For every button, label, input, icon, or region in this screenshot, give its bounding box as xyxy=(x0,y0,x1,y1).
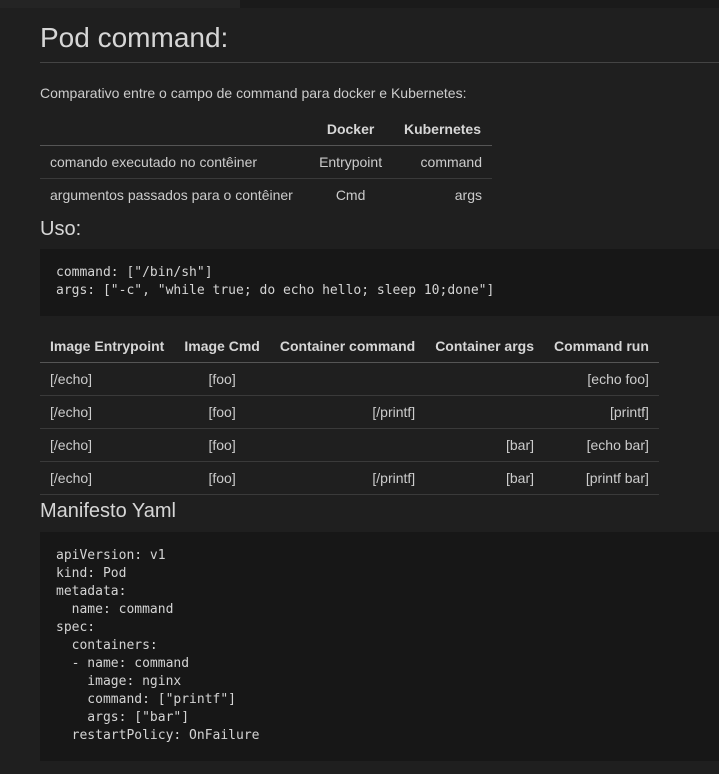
table-cell: comando executado no contêiner xyxy=(40,145,309,179)
table-cell: [echo foo] xyxy=(544,362,659,396)
table-row: [/echo] [foo] [/printf] [bar] [printf ba… xyxy=(40,461,659,495)
top-bar xyxy=(0,0,719,8)
manifesto-heading: Manifesto Yaml xyxy=(40,500,176,522)
top-bar-tab xyxy=(0,0,240,8)
uso-code-block[interactable]: command: ["/bin/sh"] args: ["-c", "while… xyxy=(40,249,719,316)
table-cell: [foo] xyxy=(174,428,270,462)
table-cell: [/echo] xyxy=(40,395,175,429)
column-header-image-cmd: Image Cmd xyxy=(174,330,270,363)
column-header-kubernetes: Kubernetes xyxy=(392,113,492,146)
table-header-row: Docker Kubernetes xyxy=(40,113,492,146)
table-cell: [/echo] xyxy=(40,461,175,495)
command-behavior-table: Image Entrypoint Image Cmd Container com… xyxy=(40,330,659,495)
column-header-container-args: Container args xyxy=(425,330,544,363)
table-cell xyxy=(269,428,426,462)
table-cell: [foo] xyxy=(174,461,270,495)
table-cell: [printf bar] xyxy=(544,461,659,495)
table-cell xyxy=(425,395,544,429)
column-header-image-entrypoint: Image Entrypoint xyxy=(40,330,175,363)
table-cell: [foo] xyxy=(174,362,270,396)
table-cell xyxy=(425,362,544,396)
table-row: argumentos passados para o contêiner Cmd… xyxy=(40,179,492,212)
column-header xyxy=(40,113,309,146)
table-cell: [/echo] xyxy=(40,362,175,396)
column-header-command-run: Command run xyxy=(544,330,659,363)
table-cell: [/printf] xyxy=(269,461,426,495)
column-header-docker: Docker xyxy=(308,113,393,146)
table-cell: [echo bar] xyxy=(544,428,659,462)
column-header-container-command: Container command xyxy=(269,330,426,363)
table-cell: argumentos passados para o contêiner xyxy=(50,187,293,203)
table-cell: [foo] xyxy=(174,395,270,429)
table-row: comando executado no contêiner Entrypoin… xyxy=(40,145,492,179)
table-cell: Entrypoint xyxy=(308,145,393,179)
table-row: [/echo] [foo] [bar] [echo bar] xyxy=(40,428,659,462)
uso-heading: Uso: xyxy=(40,218,82,240)
table-cell: [printf] xyxy=(544,395,659,429)
table-cell: [bar] xyxy=(425,428,544,462)
table-cell: [/printf] xyxy=(269,395,426,429)
table-cell: args xyxy=(454,187,482,203)
table-cell: Cmd xyxy=(335,187,366,203)
table-row: [/echo] [foo] [echo foo] xyxy=(40,362,659,396)
intro-paragraph: Comparativo entre o campo de command par… xyxy=(40,85,467,101)
manifesto-code-block[interactable]: apiVersion: v1 kind: Pod metadata: name:… xyxy=(40,532,719,761)
table-header-row: Image Entrypoint Image Cmd Container com… xyxy=(40,330,659,363)
docker-kubernetes-table: Docker Kubernetes comando executado no c… xyxy=(40,113,492,211)
table-cell: [bar] xyxy=(425,461,544,495)
table-cell xyxy=(269,362,426,396)
table-cell: [/echo] xyxy=(40,428,175,462)
page-title: Pod command: xyxy=(40,20,719,63)
table-row: [/echo] [foo] [/printf] [printf] xyxy=(40,395,659,429)
table-cell: command xyxy=(392,145,492,179)
